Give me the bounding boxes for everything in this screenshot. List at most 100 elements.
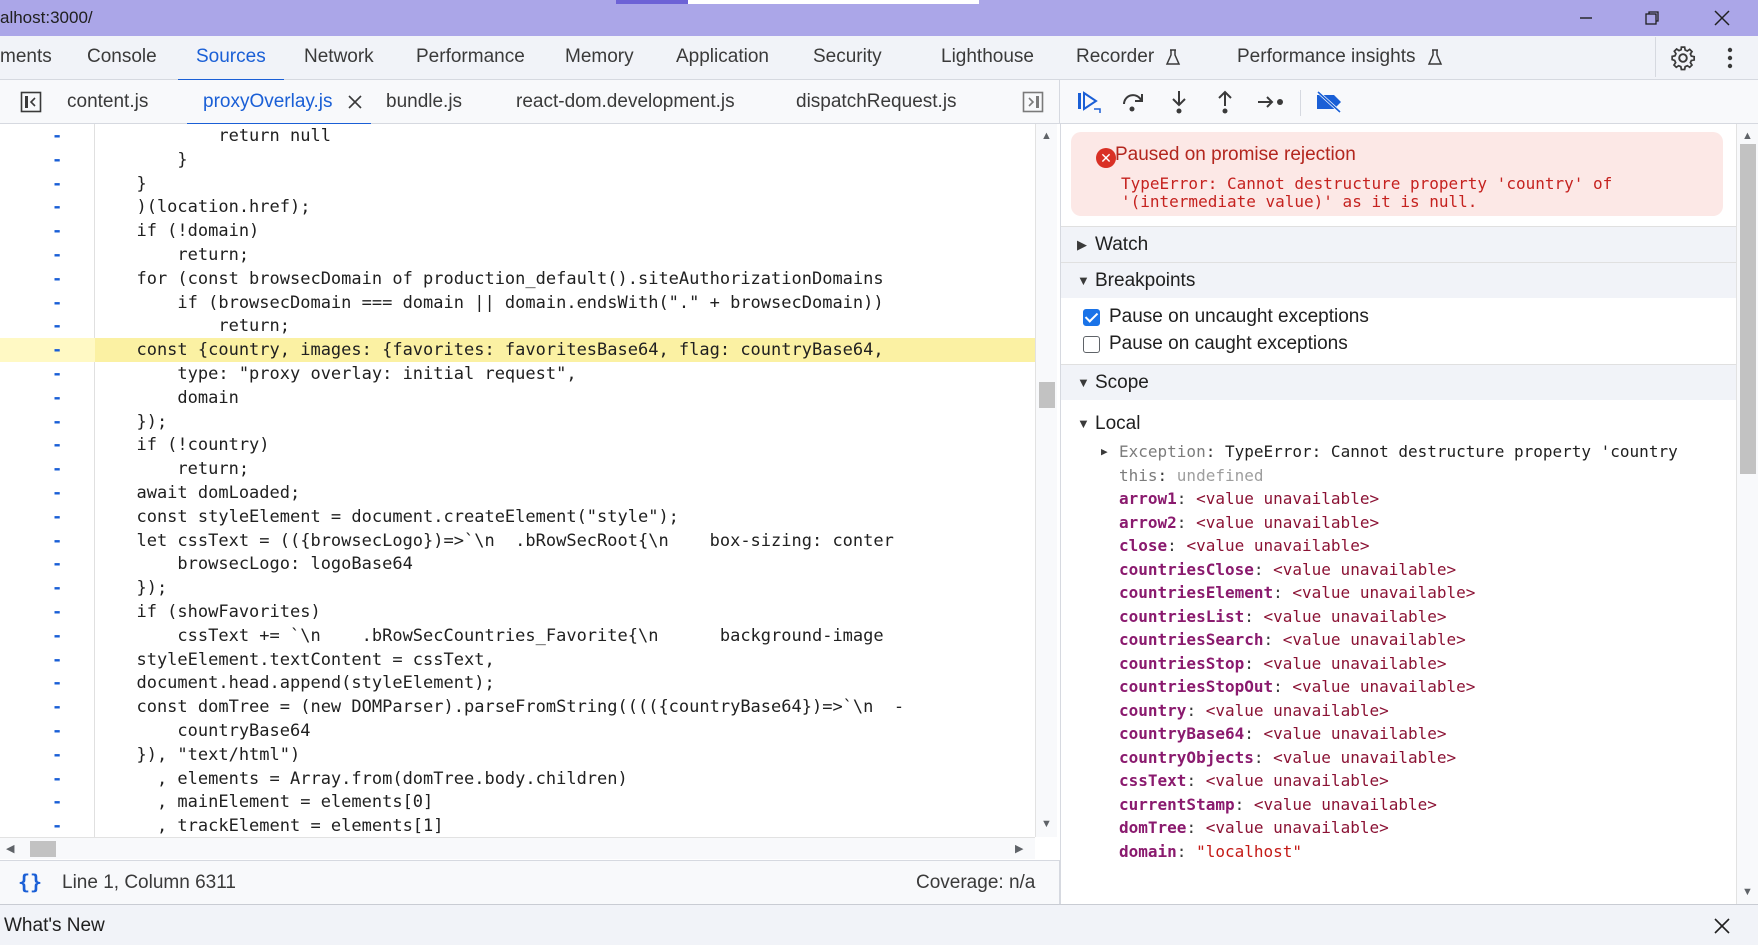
pause-caught-checkbox[interactable]: Pause on caught exceptions <box>1071 329 1736 359</box>
line-marker[interactable]: - <box>52 457 66 481</box>
tab-sources[interactable]: Sources <box>178 36 284 81</box>
line-marker[interactable]: - <box>52 172 66 196</box>
line-marker[interactable]: - <box>52 195 66 219</box>
line-marker[interactable]: - <box>52 243 66 267</box>
scope-var-row[interactable]: domTree: <value unavailable> <box>1061 816 1736 840</box>
scope-var-row[interactable]: this: undefined <box>1061 464 1736 488</box>
step-over-button[interactable] <box>1118 88 1148 116</box>
file-tab-bundle-js[interactable]: bundle.js <box>386 80 462 124</box>
code-line[interactable]: - await domLoaded; <box>0 481 1045 505</box>
scope-var-row[interactable]: ▶ Exception: TypeError: Cannot destructur… <box>1061 440 1736 464</box>
scope-var-row[interactable]: countriesStopOut: <value unavailable> <box>1061 675 1736 699</box>
code-line[interactable]: - if (!domain) <box>0 219 1045 243</box>
expand-icon[interactable]: ▶ <box>1101 440 1108 464</box>
code-line[interactable]: - const styleElement = document.createEl… <box>0 505 1045 529</box>
code-line[interactable]: - }); <box>0 576 1045 600</box>
code-line[interactable]: - , elements = Array.from(domTree.body.c… <box>0 767 1045 791</box>
restore-button[interactable] <box>1622 0 1682 36</box>
tab-recorder[interactable]: Recorder <box>1076 36 1181 80</box>
code-line[interactable]: - , trackElement = elements[1] <box>0 814 1045 837</box>
code-line[interactable]: - return; <box>0 243 1045 267</box>
minimize-button[interactable] <box>1556 0 1616 36</box>
scope-var-row[interactable]: arrow1: <value unavailable> <box>1061 487 1736 511</box>
line-marker[interactable]: - <box>52 624 66 648</box>
tab-application[interactable]: Application <box>676 36 769 80</box>
code-line[interactable]: - )(location.href); <box>0 195 1045 219</box>
code-line[interactable]: - } <box>0 172 1045 196</box>
toggle-navigator-icon[interactable] <box>20 91 42 113</box>
scope-var-row[interactable]: countryBase64: <value unavailable> <box>1061 722 1736 746</box>
tab-security[interactable]: Security <box>813 36 882 80</box>
scope-var-row[interactable]: close: <value unavailable> <box>1061 534 1736 558</box>
line-marker[interactable]: - <box>52 314 66 338</box>
tab-performance[interactable]: Performance <box>416 36 525 80</box>
line-marker[interactable]: - <box>52 505 66 529</box>
code-line-paused[interactable]: - const {country, images: {favorites: fa… <box>0 338 1045 363</box>
scroll-right-arrow[interactable]: ▶ <box>1015 842 1023 855</box>
scope-var-row[interactable]: countryObjects: <value unavailable> <box>1061 746 1736 770</box>
drawer-whats-new-tab[interactable]: What's New <box>4 915 105 937</box>
file-tab-dispatchrequest-js[interactable]: dispatchRequest.js <box>796 80 957 124</box>
line-marker[interactable]: - <box>52 433 66 457</box>
line-marker[interactable]: - <box>52 552 66 576</box>
code-line[interactable]: - domain <box>0 386 1045 410</box>
tab-lighthouse[interactable]: Lighthouse <box>941 36 1034 80</box>
line-marker[interactable]: - <box>52 743 66 767</box>
toggle-debugger-icon[interactable] <box>1022 91 1044 113</box>
scope-var-row[interactable]: countriesSearch: <value unavailable> <box>1061 628 1736 652</box>
code-line[interactable]: - if (browsecDomain === domain || domain… <box>0 291 1045 315</box>
scope-var-row[interactable]: domain: "localhost" <box>1061 840 1736 864</box>
line-marker[interactable]: - <box>52 695 66 719</box>
line-marker[interactable]: - <box>52 362 66 386</box>
code-line[interactable]: - countryBase64 <box>0 719 1045 743</box>
code-line[interactable]: - }); <box>0 410 1045 434</box>
code-hscroll-thumb[interactable] <box>30 841 56 857</box>
resume-button[interactable] <box>1074 88 1104 116</box>
code-vscroll-thumb[interactable] <box>1039 382 1055 408</box>
scope-var-row[interactable]: countriesClose: <value unavailable> <box>1061 558 1736 582</box>
line-marker[interactable]: - <box>52 719 66 743</box>
scroll-down-arrow[interactable]: ▼ <box>1041 818 1052 830</box>
line-marker[interactable]: - <box>52 219 66 243</box>
scope-var-row[interactable]: cssText: <value unavailable> <box>1061 769 1736 793</box>
code-line[interactable]: - return; <box>0 314 1045 338</box>
scope-local[interactable]: ▼ Local <box>1061 408 1736 440</box>
code-line[interactable]: - styleElement.textContent = cssText, <box>0 648 1045 672</box>
deactivate-breakpoints-button[interactable] <box>1314 88 1344 116</box>
sidebar-scroll-thumb[interactable] <box>1740 144 1756 474</box>
tab-performance-insights[interactable]: Performance insights <box>1237 36 1443 80</box>
checkbox-checked-icon[interactable] <box>1083 309 1100 326</box>
line-marker[interactable]: - <box>52 767 66 791</box>
file-tab-react-dom-js[interactable]: react-dom.development.js <box>516 80 735 124</box>
code-line[interactable]: - if (!country) <box>0 433 1045 457</box>
line-marker[interactable]: - <box>52 600 66 624</box>
line-marker[interactable]: - <box>52 291 66 315</box>
close-drawer-icon[interactable] <box>1714 918 1730 934</box>
line-marker[interactable]: - <box>52 267 66 291</box>
sidebar-scrollbar[interactable]: ▲ ▼ <box>1736 124 1758 904</box>
scroll-left-arrow[interactable]: ◀ <box>6 842 14 855</box>
code-line[interactable]: - return; <box>0 457 1045 481</box>
code-line[interactable]: - if (showFavorites) <box>0 600 1045 624</box>
line-marker[interactable]: - <box>52 481 66 505</box>
code-horizontal-scrollbar[interactable]: ◀ ▶ <box>0 837 1035 859</box>
line-marker[interactable]: - <box>52 671 66 695</box>
line-marker[interactable]: - <box>52 529 66 553</box>
line-marker[interactable]: - <box>52 386 66 410</box>
line-marker[interactable]: - <box>52 814 66 837</box>
code-line[interactable]: - , mainElement = elements[0] <box>0 790 1045 814</box>
code-line[interactable]: - return null <box>0 124 1045 148</box>
tab-elements[interactable]: ments <box>0 36 52 80</box>
close-tab-icon[interactable] <box>348 95 362 109</box>
code-line[interactable]: - }), "text/html") <box>0 743 1045 767</box>
code-line[interactable]: - } <box>0 148 1045 172</box>
code-line[interactable]: - document.head.append(styleElement); <box>0 671 1045 695</box>
line-marker[interactable]: - <box>52 648 66 672</box>
step-button[interactable] <box>1256 88 1286 116</box>
code-line[interactable]: - browsecLogo: logoBase64 <box>0 552 1045 576</box>
scope-var-row[interactable]: countriesStop: <value unavailable> <box>1061 652 1736 676</box>
step-into-button[interactable] <box>1164 88 1194 116</box>
line-marker[interactable]: - <box>52 790 66 814</box>
line-marker[interactable]: - <box>52 124 66 148</box>
tab-memory[interactable]: Memory <box>565 36 634 80</box>
